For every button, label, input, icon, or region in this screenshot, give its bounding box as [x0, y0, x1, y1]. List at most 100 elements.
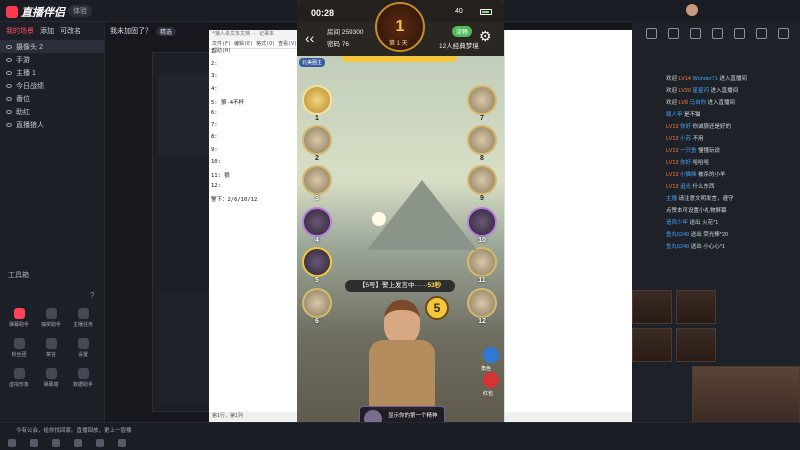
notepad-line[interactable]: 5: 狼-4不杯	[209, 98, 299, 110]
mic-icon[interactable]	[8, 439, 16, 447]
seat-2[interactable]: 2	[302, 125, 332, 162]
eye-icon[interactable]	[6, 96, 12, 101]
back-icon[interactable]: ‹‹	[305, 30, 314, 46]
chat-text: 送出 小心心*1	[690, 244, 726, 250]
tab-rename[interactable]: 可改名	[60, 26, 81, 36]
tool-task[interactable]: 主播任务	[68, 308, 98, 328]
seat-1[interactable]: 1	[302, 85, 332, 122]
seat-7[interactable]: 7	[467, 85, 497, 122]
seat-4[interactable]: 4	[302, 207, 332, 244]
more-icon[interactable]	[778, 28, 789, 39]
seat-6[interactable]: 6	[302, 288, 332, 325]
chat-username[interactable]: 小猫咪	[680, 172, 697, 178]
notepad-line[interactable]: 11: 狼	[209, 171, 299, 183]
chat-username[interactable]: 鱼丸5240	[666, 244, 689, 250]
notepad-line[interactable]: 6:	[209, 110, 299, 122]
chat-username[interactable]: 你好	[680, 124, 691, 130]
chat-username[interactable]: 追风少年	[666, 220, 688, 226]
fans-icon	[13, 338, 25, 349]
chat-username[interactable]: 鱼丸5240	[666, 232, 689, 238]
eye-icon[interactable]	[6, 122, 12, 127]
notepad-line[interactable]: 8:	[209, 134, 299, 146]
notepad-menu[interactable]: 文件(F) 编辑(E) 格式(O) 查看(V) 帮助(H)	[209, 40, 299, 54]
notepad-line[interactable]: 12:	[209, 183, 299, 195]
camera-tile[interactable]	[632, 290, 672, 324]
chat-username[interactable]: 小苏	[680, 136, 691, 142]
chat-username[interactable]: 马自你	[689, 100, 706, 106]
tab-my-scenes[interactable]: 我的场景	[6, 26, 34, 36]
scene-item[interactable]: 番位	[0, 92, 104, 105]
chat-username[interactable]: 路人甲	[666, 112, 683, 118]
scene-item[interactable]: 手游	[0, 53, 104, 66]
announcement-tag: 北美圈主	[299, 58, 326, 67]
eye-icon[interactable]	[6, 57, 12, 62]
gift-icon[interactable]	[646, 28, 657, 39]
seat-5[interactable]: 5	[302, 247, 332, 284]
scene-item[interactable]: 助红	[0, 105, 104, 118]
tool-fans[interactable]: 粉丝团	[4, 338, 34, 358]
red-envelope-button[interactable]	[483, 372, 499, 388]
tool-mute[interactable]: 禁言	[36, 338, 66, 358]
chat-text: 被杀的小羊	[698, 172, 726, 178]
seat-3[interactable]: 3	[302, 165, 332, 202]
user-avatar[interactable]	[686, 4, 698, 16]
seat-11[interactable]: 11	[467, 247, 497, 284]
tool-danmaku[interactable]: 弹幕助手	[4, 308, 34, 328]
version-badge[interactable]: 体验	[68, 5, 92, 17]
chat-username[interactable]: 主播	[666, 196, 677, 202]
secondary-app-tag[interactable]: 精选	[156, 26, 177, 36]
clip-icon[interactable]	[712, 28, 723, 39]
connection-pill: 流畅	[452, 26, 473, 37]
notepad-line[interactable]: 10:	[209, 159, 299, 171]
chat-username[interactable]: 你好	[680, 160, 691, 166]
battery-icon	[480, 9, 492, 15]
roles-label: 角色	[481, 366, 492, 372]
camera-tile[interactable]	[676, 290, 716, 324]
tool-avatar[interactable]: 虚拟形象	[4, 368, 34, 388]
music-icon[interactable]	[118, 439, 126, 447]
notepad-line[interactable]: 4:	[209, 86, 299, 98]
chat-username[interactable]: 一只鱼	[680, 148, 697, 154]
roles-button[interactable]	[483, 347, 499, 363]
share-icon[interactable]	[668, 28, 679, 39]
camera-icon[interactable]	[52, 439, 60, 447]
notepad-line[interactable]: 2:	[209, 61, 299, 73]
window-icon[interactable]	[96, 439, 104, 447]
scene-item[interactable]: 摄像头 2	[0, 40, 104, 53]
scene-item[interactable]: 直播狼人	[0, 118, 104, 131]
speaker-icon[interactable]	[30, 439, 38, 447]
danmaku-icon	[13, 308, 25, 319]
help-icon[interactable]: ?	[90, 291, 94, 300]
bottom-notice[interactable]: 今有公会，给你找回家。直播回放，更上一层楼	[16, 426, 132, 434]
tool-settings[interactable]: 设置	[68, 338, 98, 358]
notepad-background	[504, 30, 632, 422]
scene-item[interactable]: 主播 1	[0, 66, 104, 79]
notepad-line[interactable]: 7:	[209, 122, 299, 134]
gear-icon[interactable]: ⚙	[479, 28, 492, 45]
notepad-line[interactable]: 3:	[209, 73, 299, 85]
tab-add[interactable]: 添加	[40, 26, 54, 36]
chat-username[interactable]: 追光	[680, 184, 691, 190]
chat-username[interactable]: Wonder71	[693, 76, 718, 82]
scene-item[interactable]: 今日战绩	[0, 79, 104, 92]
eye-icon[interactable]	[6, 109, 12, 114]
eye-icon[interactable]	[6, 44, 12, 49]
eye-icon[interactable]	[6, 70, 12, 75]
stats-icon[interactable]	[734, 28, 745, 39]
player-avatar	[302, 125, 332, 155]
seat-8[interactable]: 8	[467, 125, 497, 162]
chat-username[interactable]: 星星闪	[693, 88, 710, 94]
seat-12[interactable]: 12	[467, 288, 497, 325]
tool-wall[interactable]: 弹幕墙	[36, 368, 66, 388]
camera-tile[interactable]	[632, 328, 672, 362]
camera-tile[interactable]	[676, 328, 716, 362]
notepad-line[interactable]: 9:	[209, 147, 299, 159]
chat-text: 哈哈哈	[692, 160, 710, 166]
record-icon[interactable]	[690, 28, 701, 39]
tool-lottery[interactable]: 抽奖助手	[36, 308, 66, 328]
screen-icon[interactable]	[74, 439, 82, 447]
notepad-line[interactable]: 警下：2/6/10/12	[209, 195, 299, 207]
link-icon[interactable]	[756, 28, 767, 39]
tool-data[interactable]: 数据助手	[68, 368, 98, 388]
eye-icon[interactable]	[6, 83, 12, 88]
